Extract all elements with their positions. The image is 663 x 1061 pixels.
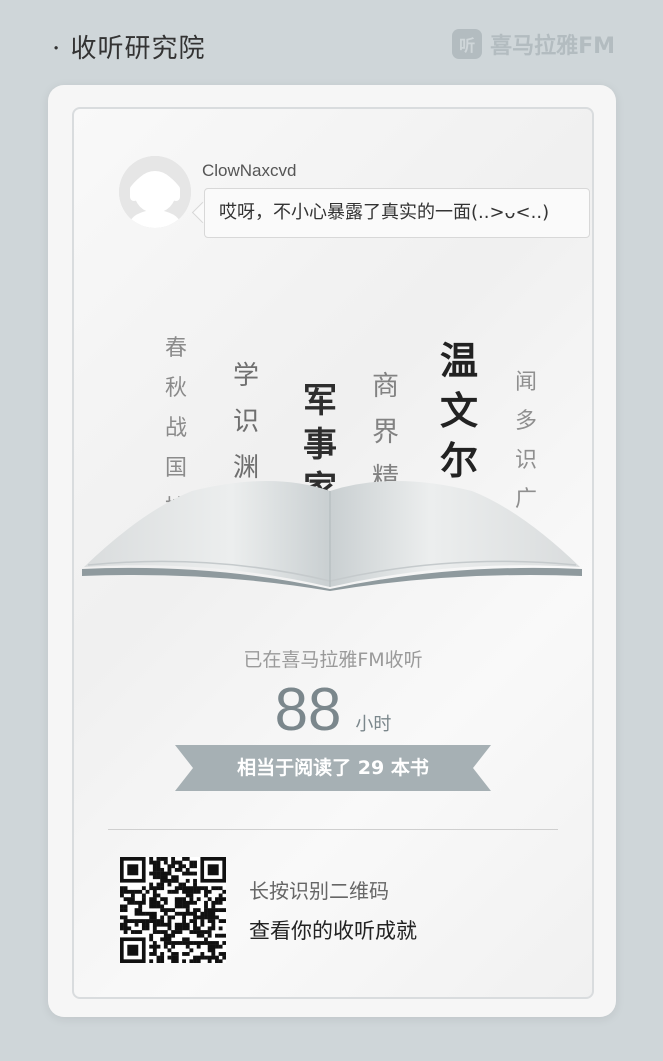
qr-hint-line1: 长按识别二维码 xyxy=(249,879,389,903)
listen-caption: 已在喜马拉雅FM收听 xyxy=(243,649,423,671)
qr-code[interactable] xyxy=(120,857,226,963)
card-inner-frame: ClowNaxcvd 哎呀，不小心暴露了真实的一面(..>ᴗ<..) 春秋战国控… xyxy=(72,107,594,999)
hours-number: 88 xyxy=(274,676,342,743)
hours-unit: 小时 xyxy=(355,714,392,735)
header-title: · 收听研究院 xyxy=(52,34,206,64)
hours-row: 88 小时 xyxy=(74,675,592,744)
brand-logo: 听 喜马拉雅FM xyxy=(452,28,615,60)
qr-hint-line2: 查看你的收听成就 xyxy=(249,919,417,943)
avatar xyxy=(119,156,191,228)
share-card: ClowNaxcvd 哎呀，不小心暴露了真实的一面(..>ᴗ<..) 春秋战国控… xyxy=(48,85,616,1017)
divider xyxy=(108,829,558,830)
brand-name: 喜马拉雅FM xyxy=(490,34,615,59)
open-book-illustration xyxy=(82,481,582,591)
brand-icon: 听 xyxy=(452,29,483,59)
default-avatar-icon xyxy=(119,156,191,228)
books-equivalent-text: 相当于阅读了 29 本书 xyxy=(237,757,429,779)
message-bubble: 哎呀，不小心暴露了真实的一面(..>ᴗ<..) xyxy=(204,188,590,238)
username: ClowNaxcvd xyxy=(202,161,297,180)
